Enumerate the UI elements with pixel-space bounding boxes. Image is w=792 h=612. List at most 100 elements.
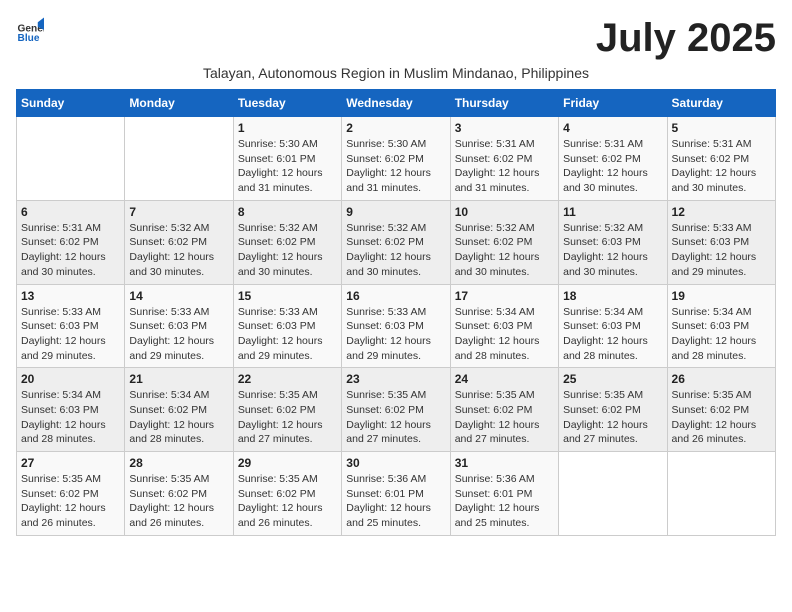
- day-detail: Sunrise: 5:33 AM Sunset: 6:03 PM Dayligh…: [21, 305, 120, 364]
- day-detail: Sunrise: 5:35 AM Sunset: 6:02 PM Dayligh…: [21, 472, 120, 531]
- day-number: 1: [238, 121, 337, 135]
- day-detail: Sunrise: 5:34 AM Sunset: 6:02 PM Dayligh…: [129, 388, 228, 447]
- day-number: 28: [129, 456, 228, 470]
- day-detail: Sunrise: 5:34 AM Sunset: 6:03 PM Dayligh…: [563, 305, 662, 364]
- day-detail: Sunrise: 5:33 AM Sunset: 6:03 PM Dayligh…: [672, 221, 771, 280]
- day-detail: Sunrise: 5:31 AM Sunset: 6:02 PM Dayligh…: [563, 137, 662, 196]
- day-number: 4: [563, 121, 662, 135]
- calendar-cell: 29 Sunrise: 5:35 AM Sunset: 6:02 PM Dayli…: [233, 452, 341, 536]
- weekday-header-tuesday: Tuesday: [233, 90, 341, 117]
- calendar-cell: 10 Sunrise: 5:32 AM Sunset: 6:02 PM Dayli…: [450, 200, 558, 284]
- day-number: 20: [21, 372, 120, 386]
- day-number: 18: [563, 289, 662, 303]
- day-number: 27: [21, 456, 120, 470]
- day-detail: Sunrise: 5:35 AM Sunset: 6:02 PM Dayligh…: [238, 388, 337, 447]
- calendar-cell: 14 Sunrise: 5:33 AM Sunset: 6:03 PM Dayli…: [125, 284, 233, 368]
- day-detail: Sunrise: 5:31 AM Sunset: 6:02 PM Dayligh…: [455, 137, 554, 196]
- logo-icon: General Blue: [16, 16, 44, 44]
- calendar-cell: 30 Sunrise: 5:36 AM Sunset: 6:01 PM Dayli…: [342, 452, 450, 536]
- calendar-cell: 23 Sunrise: 5:35 AM Sunset: 6:02 PM Dayli…: [342, 368, 450, 452]
- logo: General Blue: [16, 16, 44, 44]
- day-detail: Sunrise: 5:32 AM Sunset: 6:02 PM Dayligh…: [346, 221, 445, 280]
- day-number: 2: [346, 121, 445, 135]
- calendar-cell: 5 Sunrise: 5:31 AM Sunset: 6:02 PM Daylig…: [667, 117, 775, 201]
- day-detail: Sunrise: 5:32 AM Sunset: 6:02 PM Dayligh…: [129, 221, 228, 280]
- weekday-header-saturday: Saturday: [667, 90, 775, 117]
- calendar-cell: 6 Sunrise: 5:31 AM Sunset: 6:02 PM Daylig…: [17, 200, 125, 284]
- day-number: 19: [672, 289, 771, 303]
- weekday-header-monday: Monday: [125, 90, 233, 117]
- month-title: July 2025: [596, 16, 776, 61]
- day-detail: Sunrise: 5:30 AM Sunset: 6:01 PM Dayligh…: [238, 137, 337, 196]
- calendar-cell: 9Sunrise: 5:32 AM Sunset: 6:02 PM Daylig…: [342, 200, 450, 284]
- calendar-cell: 4 Sunrise: 5:31 AM Sunset: 6:02 PM Daylig…: [559, 117, 667, 201]
- svg-text:Blue: Blue: [18, 33, 40, 44]
- day-detail: Sunrise: 5:33 AM Sunset: 6:03 PM Dayligh…: [346, 305, 445, 364]
- calendar-cell: 18 Sunrise: 5:34 AM Sunset: 6:03 PM Dayli…: [559, 284, 667, 368]
- day-detail: Sunrise: 5:34 AM Sunset: 6:03 PM Dayligh…: [455, 305, 554, 364]
- day-detail: Sunrise: 5:36 AM Sunset: 6:01 PM Dayligh…: [455, 472, 554, 531]
- calendar-cell: 15 Sunrise: 5:33 AM Sunset: 6:03 PM Dayli…: [233, 284, 341, 368]
- calendar-cell: 17 Sunrise: 5:34 AM Sunset: 6:03 PM Dayli…: [450, 284, 558, 368]
- calendar-cell: [17, 117, 125, 201]
- calendar-cell: 21 Sunrise: 5:34 AM Sunset: 6:02 PM Dayli…: [125, 368, 233, 452]
- calendar-cell: [667, 452, 775, 536]
- day-number: 21: [129, 372, 228, 386]
- day-number: 25: [563, 372, 662, 386]
- calendar-cell: 1 Sunrise: 5:30 AM Sunset: 6:01 PM Daylig…: [233, 117, 341, 201]
- calendar-cell: [559, 452, 667, 536]
- day-number: 10: [455, 205, 554, 219]
- day-number: 30: [346, 456, 445, 470]
- day-detail: Sunrise: 5:31 AM Sunset: 6:02 PM Dayligh…: [672, 137, 771, 196]
- weekday-header-friday: Friday: [559, 90, 667, 117]
- day-number: 17: [455, 289, 554, 303]
- day-detail: Sunrise: 5:36 AM Sunset: 6:01 PM Dayligh…: [346, 472, 445, 531]
- calendar-cell: 12Sunrise: 5:33 AM Sunset: 6:03 PM Dayli…: [667, 200, 775, 284]
- day-number: 14: [129, 289, 228, 303]
- day-detail: Sunrise: 5:35 AM Sunset: 6:02 PM Dayligh…: [563, 388, 662, 447]
- day-number: 7: [129, 205, 228, 219]
- calendar-cell: 20 Sunrise: 5:34 AM Sunset: 6:03 PM Dayli…: [17, 368, 125, 452]
- calendar-cell: 16 Sunrise: 5:33 AM Sunset: 6:03 PM Dayli…: [342, 284, 450, 368]
- calendar-cell: 11 Sunrise: 5:32 AM Sunset: 6:03 PM Dayli…: [559, 200, 667, 284]
- day-detail: Sunrise: 5:33 AM Sunset: 6:03 PM Dayligh…: [129, 305, 228, 364]
- day-detail: Sunrise: 5:30 AM Sunset: 6:02 PM Dayligh…: [346, 137, 445, 196]
- calendar-cell: 19 Sunrise: 5:34 AM Sunset: 6:03 PM Dayli…: [667, 284, 775, 368]
- calendar-cell: 27 Sunrise: 5:35 AM Sunset: 6:02 PM Dayli…: [17, 452, 125, 536]
- day-number: 26: [672, 372, 771, 386]
- day-number: 24: [455, 372, 554, 386]
- day-detail: Sunrise: 5:31 AM Sunset: 6:02 PM Dayligh…: [21, 221, 120, 280]
- calendar-cell: 24 Sunrise: 5:35 AM Sunset: 6:02 PM Dayli…: [450, 368, 558, 452]
- day-detail: Sunrise: 5:35 AM Sunset: 6:02 PM Dayligh…: [455, 388, 554, 447]
- day-detail: Sunrise: 5:35 AM Sunset: 6:02 PM Dayligh…: [238, 472, 337, 531]
- day-number: 11: [563, 205, 662, 219]
- day-number: 3: [455, 121, 554, 135]
- subtitle: Talayan, Autonomous Region in Muslim Min…: [16, 65, 776, 81]
- calendar-cell: 26Sunrise: 5:35 AM Sunset: 6:02 PM Dayli…: [667, 368, 775, 452]
- calendar-cell: 3 Sunrise: 5:31 AM Sunset: 6:02 PM Daylig…: [450, 117, 558, 201]
- day-detail: Sunrise: 5:35 AM Sunset: 6:02 PM Dayligh…: [129, 472, 228, 531]
- day-number: 23: [346, 372, 445, 386]
- weekday-header-thursday: Thursday: [450, 90, 558, 117]
- calendar-cell: [125, 117, 233, 201]
- day-number: 29: [238, 456, 337, 470]
- day-number: 22: [238, 372, 337, 386]
- weekday-header-wednesday: Wednesday: [342, 90, 450, 117]
- calendar-cell: 31Sunrise: 5:36 AM Sunset: 6:01 PM Dayli…: [450, 452, 558, 536]
- calendar-cell: 2 Sunrise: 5:30 AM Sunset: 6:02 PM Daylig…: [342, 117, 450, 201]
- day-number: 16: [346, 289, 445, 303]
- calendar-cell: 22 Sunrise: 5:35 AM Sunset: 6:02 PM Dayli…: [233, 368, 341, 452]
- calendar-cell: 28 Sunrise: 5:35 AM Sunset: 6:02 PM Dayli…: [125, 452, 233, 536]
- day-number: 13: [21, 289, 120, 303]
- day-detail: Sunrise: 5:32 AM Sunset: 6:02 PM Dayligh…: [455, 221, 554, 280]
- calendar-cell: 8Sunrise: 5:32 AM Sunset: 6:02 PM Daylig…: [233, 200, 341, 284]
- day-detail: Sunrise: 5:34 AM Sunset: 6:03 PM Dayligh…: [672, 305, 771, 364]
- day-detail: Sunrise: 5:33 AM Sunset: 6:03 PM Dayligh…: [238, 305, 337, 364]
- day-detail: Sunrise: 5:34 AM Sunset: 6:03 PM Dayligh…: [21, 388, 120, 447]
- day-number: 5: [672, 121, 771, 135]
- day-number: 6: [21, 205, 120, 219]
- day-number: 15: [238, 289, 337, 303]
- day-detail: Sunrise: 5:32 AM Sunset: 6:03 PM Dayligh…: [563, 221, 662, 280]
- day-detail: Sunrise: 5:35 AM Sunset: 6:02 PM Dayligh…: [346, 388, 445, 447]
- weekday-header-sunday: Sunday: [17, 90, 125, 117]
